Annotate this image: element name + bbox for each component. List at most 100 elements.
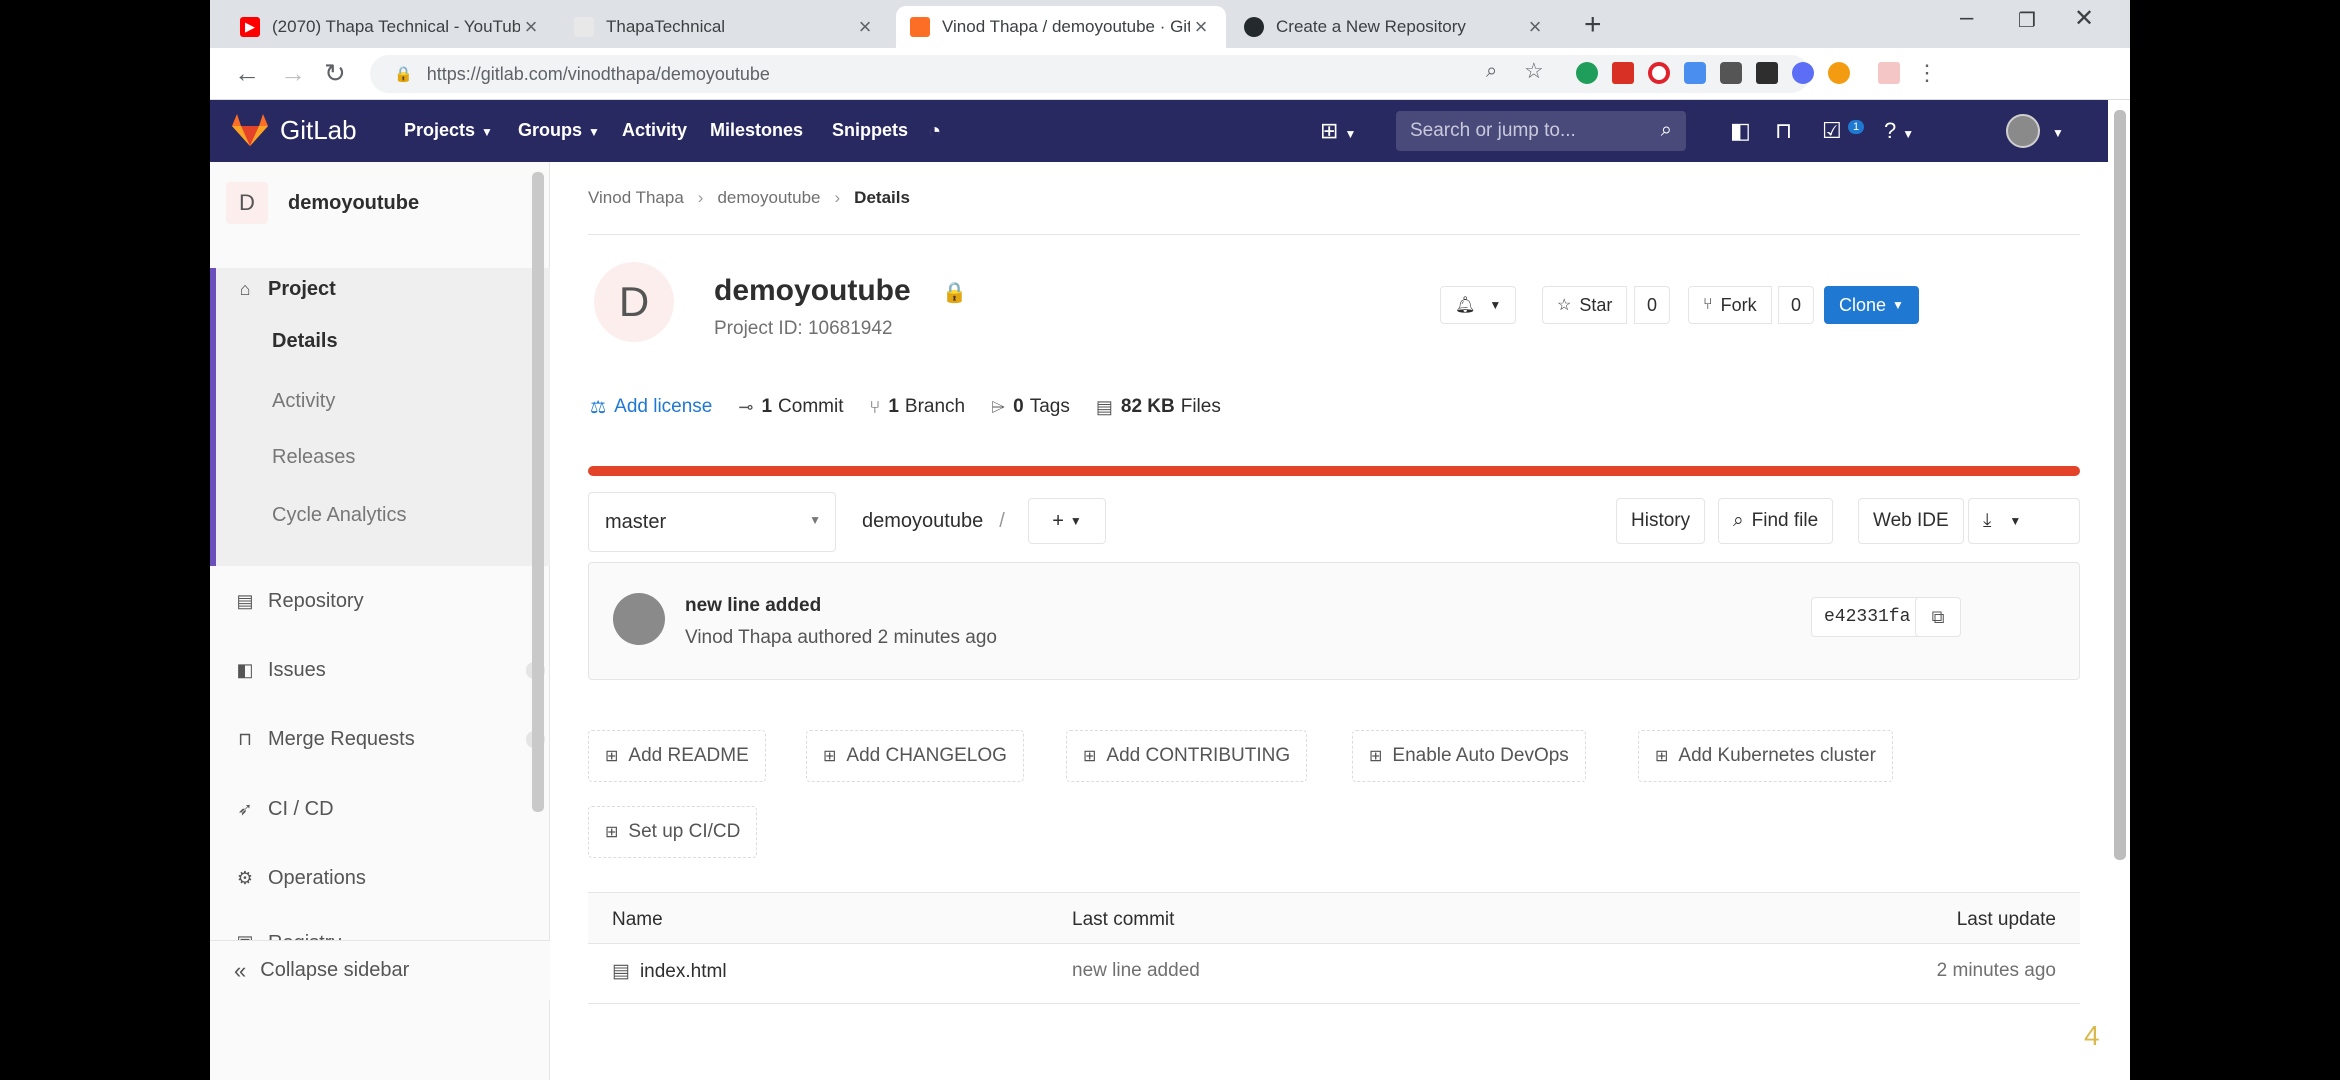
notification-button[interactable]: 🔔︎ ▼ xyxy=(1440,286,1517,324)
sidebar-subitem-activity[interactable]: Activity xyxy=(272,390,335,413)
sidebar-item-label: Operations xyxy=(268,867,366,889)
sidebar-item-project[interactable]: ⌂ Project xyxy=(234,278,336,301)
star-button[interactable]: ☆ Star xyxy=(1542,286,1628,324)
commit-message[interactable]: new line added xyxy=(685,595,821,617)
new-item-icon[interactable]: ⊞ ▼ xyxy=(1320,118,1356,144)
commit-sha[interactable]: e42331fa xyxy=(1811,597,1924,637)
browser-tab-thapatechnical[interactable]: ThapaTechnical × xyxy=(560,6,890,48)
breadcrumb-item[interactable]: demoyoutube xyxy=(717,188,820,208)
tags-label: Tags xyxy=(1029,396,1070,417)
gitlab-logo[interactable]: GitLab xyxy=(232,113,357,147)
set-up-ci-cd-button[interactable]: ⊞ Set up CI/CD xyxy=(588,806,758,858)
performance-bar-icon[interactable]: ◔ xyxy=(928,118,941,144)
nav-activity[interactable]: Activity xyxy=(622,120,687,141)
extension-icon[interactable] xyxy=(1612,62,1634,84)
add-changelog-button[interactable]: ⊞ Add CHANGELOG xyxy=(806,730,1024,782)
add-readme-button[interactable]: ⊞ Add README xyxy=(588,730,766,782)
extension-icon[interactable] xyxy=(1720,62,1742,84)
fork-count[interactable]: 0 xyxy=(1778,286,1815,324)
extension-icon[interactable] xyxy=(1576,62,1598,84)
tab-close-icon[interactable]: × xyxy=(1190,14,1212,40)
sidebar-subitem-cycle-analytics[interactable]: Cycle Analytics xyxy=(272,504,407,527)
tab-close-icon[interactable]: × xyxy=(520,14,542,40)
add-kubernetes-cluster-button[interactable]: ⊞ Add Kubernetes cluster xyxy=(1638,730,1893,782)
branches-stat[interactable]: ⑂ 1 Branch xyxy=(870,396,966,418)
chevron-down-icon: ▼ xyxy=(1902,127,1915,141)
sidebar-item-repository[interactable]: ▤ Repository xyxy=(234,590,363,613)
table-row[interactable]: ▤ index.html new line added 2 minutes ago xyxy=(588,944,2080,1004)
zoom-icon[interactable]: ⌕ xyxy=(1486,60,1497,83)
double-chevron-left-icon: « xyxy=(234,957,247,983)
branches-label: Branch xyxy=(904,396,966,417)
user-avatar[interactable] xyxy=(2006,114,2040,148)
collapse-sidebar-button[interactable]: « Collapse sidebar xyxy=(210,940,550,1000)
file-name-cell[interactable]: ▤ index.html xyxy=(612,960,727,983)
breadcrumb-current[interactable]: Details xyxy=(854,188,910,208)
history-button[interactable]: History xyxy=(1616,498,1706,544)
commit-author-avatar[interactable] xyxy=(613,593,665,645)
files-stat[interactable]: ▤ 82 KB Files xyxy=(1096,396,1221,418)
browser-tab-youtube[interactable]: ▶ (2070) Thapa Technical - YouTube × xyxy=(226,6,556,48)
tags-stat[interactable]: ⌲ 0 Tags xyxy=(991,396,1070,418)
tab-close-icon[interactable]: × xyxy=(1524,14,1546,40)
sidebar-subitem-details[interactable]: Details xyxy=(272,330,338,353)
minimize-icon[interactable]: – xyxy=(1960,4,1973,32)
nav-projects[interactable]: Projects ▼ xyxy=(404,120,493,141)
file-last-commit[interactable]: new line added xyxy=(1072,960,1200,982)
reload-icon[interactable]: ↻ xyxy=(324,58,346,89)
help-icon[interactable]: ? ▼ xyxy=(1884,118,1914,144)
search-input[interactable]: Search or jump to... ⌕ xyxy=(1396,111,1686,151)
sidebar-item-operations[interactable]: ⚙ Operations xyxy=(234,867,366,890)
fork-button[interactable]: ⑂ Fork xyxy=(1688,286,1772,324)
extension-icon[interactable] xyxy=(1756,62,1778,84)
forward-icon[interactable]: → xyxy=(280,58,306,89)
todos-icon[interactable]: ☑ xyxy=(1822,118,1842,144)
clone-button[interactable]: Clone ▼ xyxy=(1824,286,1919,324)
chevron-down-icon[interactable]: ▼ xyxy=(2052,126,2064,140)
sidebar-item-ci-cd[interactable]: ➶ CI / CD xyxy=(234,798,333,821)
sidebar-subitem-releases[interactable]: Releases xyxy=(272,446,355,469)
nav-milestones[interactable]: Milestones xyxy=(710,120,803,141)
star-count[interactable]: 0 xyxy=(1634,286,1671,324)
web-ide-button[interactable]: Web IDE xyxy=(1858,498,1964,544)
sidebar-scrollbar[interactable] xyxy=(532,172,544,812)
add-license-link[interactable]: ⚖ Add license xyxy=(590,396,712,418)
new-tab-button[interactable]: + xyxy=(1584,8,1602,42)
merge-requests-icon[interactable]: ⊓ xyxy=(1775,118,1792,144)
github-favicon-icon xyxy=(1244,17,1264,37)
nav-label: Groups xyxy=(518,120,583,140)
bookmark-star-icon[interactable]: ☆ xyxy=(1524,58,1544,84)
extension-icon[interactable] xyxy=(1878,62,1900,84)
find-file-button[interactable]: ⌕ Find file xyxy=(1718,498,1834,544)
sidebar-item-merge-requests[interactable]: ⊓ Merge Requests xyxy=(234,728,415,751)
extension-icon[interactable] xyxy=(1828,62,1850,84)
sidebar-item-issues[interactable]: ◧ Issues xyxy=(234,659,325,682)
path-separator: / xyxy=(999,510,1005,532)
browser-tab-gitlab[interactable]: Vinod Thapa / demoyoutube · GitLab × xyxy=(896,6,1226,48)
nav-snippets[interactable]: Snippets xyxy=(832,120,908,141)
branch-select[interactable]: master ▼ xyxy=(588,492,836,552)
issues-icon[interactable]: ◧ xyxy=(1730,118,1751,144)
add-contributing-button[interactable]: ⊞ Add CONTRIBUTING xyxy=(1066,730,1308,782)
tab-close-icon[interactable]: × xyxy=(854,14,876,40)
sidebar-project-header[interactable]: D demoyoutube xyxy=(226,182,419,224)
opera-extension-icon[interactable] xyxy=(1648,62,1670,84)
issues-icon: ◧ xyxy=(236,660,254,680)
extension-icon[interactable] xyxy=(1792,62,1814,84)
search-icon: ⌕ xyxy=(1660,119,1672,141)
nav-groups[interactable]: Groups ▼ xyxy=(518,120,600,141)
browser-menu-icon[interactable]: ⋮ xyxy=(1916,60,1938,86)
enable-auto-devops-button[interactable]: ⊞ Enable Auto DevOps xyxy=(1352,730,1586,782)
breadcrumb-item[interactable]: Vinod Thapa xyxy=(588,188,684,208)
repo-path-root[interactable]: demoyoutube xyxy=(862,510,983,532)
extension-icon[interactable] xyxy=(1684,62,1706,84)
restore-icon[interactable]: ❐ xyxy=(2018,8,2036,33)
browser-tab-github[interactable]: Create a New Repository × xyxy=(1230,6,1560,48)
download-dropdown[interactable]: ⤓ ▼ xyxy=(1968,498,2080,544)
commits-stat[interactable]: ⊸ 1 Commit xyxy=(738,396,843,418)
add-file-dropdown[interactable]: + ▼ xyxy=(1028,498,1106,544)
page-scrollbar[interactable] xyxy=(2114,110,2126,860)
back-icon[interactable]: ← xyxy=(234,58,260,89)
close-window-icon[interactable]: ✕ xyxy=(2074,4,2094,33)
copy-sha-icon[interactable]: ⧉ xyxy=(1915,597,1961,637)
